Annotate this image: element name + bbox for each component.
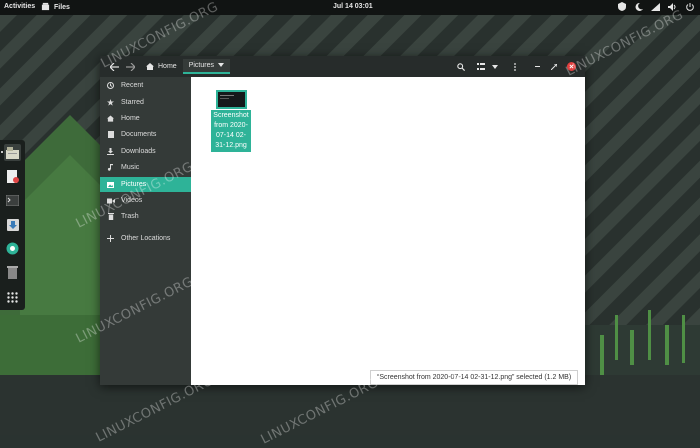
clock-icon — [100, 82, 121, 89]
document-icon — [100, 131, 121, 138]
maximize-button[interactable] — [549, 60, 559, 73]
search-icon — [457, 62, 465, 71]
path-current[interactable]: Pictures — [182, 59, 230, 74]
sidebar-item-recent[interactable]: Recent — [100, 78, 191, 93]
terminal-dock-icon[interactable] — [4, 192, 21, 209]
download-icon — [100, 148, 121, 155]
minimize-button[interactable] — [532, 60, 542, 73]
plus-icon — [100, 235, 121, 242]
sidebar-item-trash[interactable]: Trash — [100, 209, 191, 224]
sidebar-item-label: Pictures — [121, 181, 147, 188]
sidebar-item-label: Starred — [121, 99, 144, 106]
trash-dock-icon[interactable] — [4, 264, 21, 281]
sidebar-item-label: Recent — [121, 82, 144, 89]
text-editor-dock-icon[interactable] — [4, 168, 21, 185]
file-name: Screenshot from 2020-07-14 02-31-12.png — [211, 110, 251, 152]
list-view-icon — [476, 63, 485, 70]
sidebar-item-music[interactable]: Music — [100, 160, 191, 175]
clock[interactable]: Jul 14 03:01 — [333, 3, 373, 10]
network-icon[interactable] — [651, 2, 660, 11]
chevron-down-icon — [491, 64, 498, 69]
shield-icon[interactable] — [617, 2, 626, 11]
sidebar-item-videos[interactable]: Videos — [100, 193, 191, 208]
places-sidebar: Recent Starred Home Documents Downloads … — [100, 77, 191, 385]
top-bar: Activities Files Jul 14 03:01 — [0, 0, 700, 15]
close-icon — [566, 62, 576, 71]
night-light-icon[interactable] — [634, 2, 643, 11]
show-applications-icon[interactable] — [4, 289, 21, 306]
home-icon — [100, 115, 121, 122]
path-bar: Home Pictures — [140, 59, 230, 74]
music-icon — [100, 164, 121, 171]
sidebar-item-downloads[interactable]: Downloads — [100, 144, 191, 159]
header-bar: Home Pictures — [100, 56, 585, 77]
activities-button[interactable]: Activities — [4, 3, 35, 10]
sidebar-item-documents[interactable]: Documents — [100, 127, 191, 142]
home-icon — [146, 63, 154, 70]
menu-button[interactable] — [510, 60, 520, 73]
picture-icon — [100, 181, 121, 188]
maximize-icon — [551, 63, 557, 70]
files-app-icon — [41, 2, 50, 13]
sidebar-item-home[interactable]: Home — [100, 111, 191, 126]
file-thumbnail — [216, 90, 247, 109]
file-view[interactable]: Screenshot from 2020-07-14 02-31-12.png — [191, 77, 585, 385]
sidebar-item-label: Home — [121, 115, 140, 122]
chevron-down-icon — [217, 62, 224, 69]
video-icon — [100, 198, 121, 204]
forward-button[interactable] — [124, 60, 136, 73]
sidebar-item-pictures[interactable]: Pictures — [100, 177, 191, 192]
close-button[interactable] — [566, 60, 576, 73]
kebab-menu-icon — [514, 62, 516, 71]
sidebar-item-label: Videos — [121, 197, 143, 204]
star-icon — [100, 99, 121, 106]
selection-status: “Screenshot from 2020-07-14 02-31-12.png… — [370, 370, 579, 385]
back-button[interactable] — [108, 60, 120, 73]
sidebar-item-label: Other Locations — [121, 235, 171, 242]
sidebar-item-starred[interactable]: Starred — [100, 95, 191, 110]
sidebar-item-other-locations[interactable]: Other Locations — [100, 231, 191, 246]
app-menu[interactable]: Files — [41, 2, 70, 13]
dock — [0, 140, 25, 310]
path-current-label: Pictures — [188, 62, 214, 69]
trash-icon — [100, 213, 121, 220]
view-options-button[interactable] — [474, 60, 500, 73]
files-dock-icon[interactable] — [4, 144, 21, 161]
path-home[interactable]: Home — [140, 59, 183, 74]
app-menu-label: Files — [54, 4, 70, 11]
sidebar-item-label: Music — [121, 164, 140, 171]
running-indicator — [1, 151, 3, 153]
volume-icon[interactable] — [668, 2, 677, 11]
sidebar-item-label: Downloads — [121, 148, 156, 155]
sidebar-item-label: Trash — [121, 213, 139, 220]
path-home-label: Home — [158, 63, 177, 70]
files-window: Home Pictures Recent Starred Home Docume… — [100, 56, 585, 385]
minimize-icon — [534, 65, 540, 67]
download-dock-icon[interactable] — [4, 216, 21, 233]
search-button[interactable] — [454, 60, 468, 73]
software-dock-icon[interactable] — [4, 240, 21, 257]
sidebar-item-label: Documents — [121, 131, 157, 138]
power-icon[interactable] — [685, 2, 694, 11]
system-tray[interactable] — [617, 2, 694, 11]
